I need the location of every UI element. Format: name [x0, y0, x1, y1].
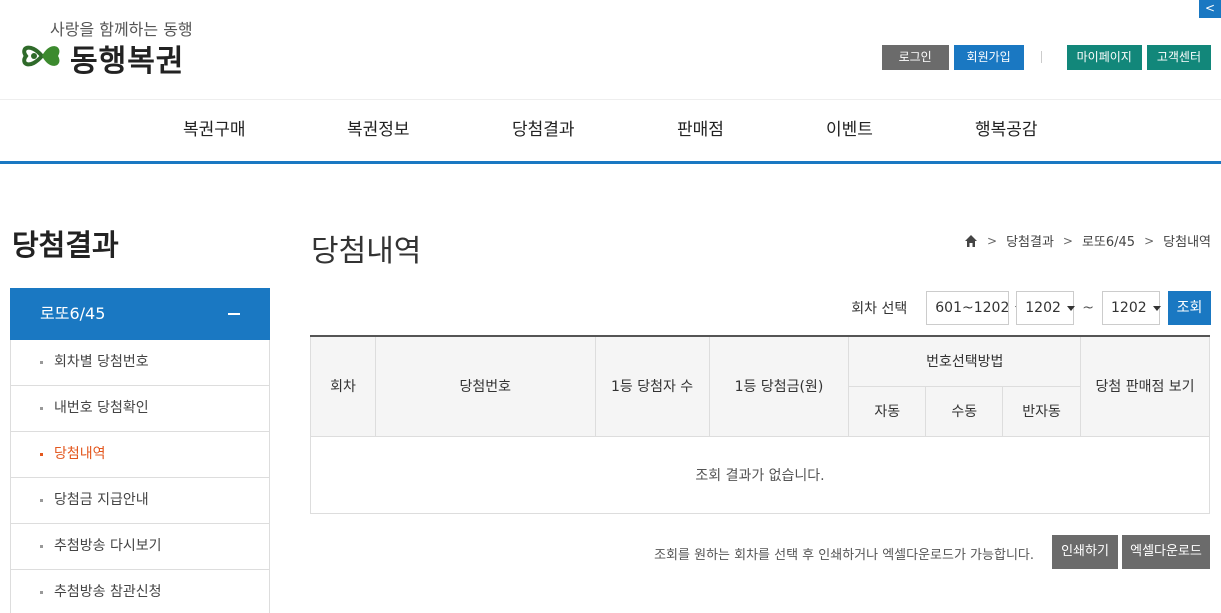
bullet-icon — [40, 453, 43, 456]
collapse-icon — [228, 313, 240, 315]
header-numbers: 당첨번호 — [374, 335, 596, 437]
side-panel-toggle[interactable]: < — [1199, 0, 1221, 18]
sidebar-section-label: 로또6/45 — [40, 304, 106, 323]
home-icon[interactable] — [964, 234, 978, 248]
sidebar-item-label: 추첨방송 참관신청 — [54, 584, 162, 600]
header-method: 번호선택방법 — [848, 335, 1082, 387]
page: 사랑을 함께하는 동행 동행복권 로그인 회원가입 마이페이지 고객센터 < 복… — [0, 0, 1221, 613]
print-button[interactable]: 인쇄하기 — [1052, 535, 1118, 569]
header-prize: 1등 당첨금(원) — [708, 335, 850, 437]
sidebar-section-lotto645[interactable]: 로또6/45 — [10, 288, 270, 340]
breadcrumb-item-current: 당첨내역 — [1163, 235, 1211, 250]
utility-menu: 로그인 회원가입 마이페이지 고객센터 — [877, 44, 1211, 70]
header-shops: 당첨 판매점 보기 — [1080, 335, 1210, 437]
round-filter: 회차 선택 601~1202 1202 ~ 1202 조회 — [851, 291, 1211, 325]
customer-center-button[interactable]: 고객센터 — [1146, 44, 1211, 70]
sidebar-item-label: 당첨내역 — [54, 446, 106, 462]
join-button[interactable]: 회원가입 — [953, 44, 1024, 70]
chevron-right-icon: > — [987, 233, 998, 248]
header-winners: 1등 당첨자 수 — [594, 335, 710, 437]
chevron-right-icon: > — [1062, 233, 1073, 248]
breadcrumb: > 당첨결과 > 로또6/45 > 당첨내역 — [964, 231, 1211, 250]
main-nav: 복권구매 복권정보 당첨결과 판매점 이벤트 행복공감 — [0, 100, 1221, 164]
range-separator: ~ — [1082, 300, 1094, 316]
header: 사랑을 함께하는 동행 동행복권 로그인 회원가입 마이페이지 고객센터 < — [0, 0, 1221, 100]
filter-label: 회차 선택 — [851, 301, 908, 317]
empty-result-message: 조회 결과가 없습니다. — [310, 435, 1210, 514]
sidebar: 로또6/45 회차별 당첨번호 내번호 당첨확인 당첨내역 당첨금 지급안내 추… — [10, 288, 270, 613]
round-range-select[interactable]: 601~1202 — [926, 291, 1024, 325]
site-logo[interactable]: 사랑을 함께하는 동행 동행복권 — [20, 14, 210, 84]
nav-item-community[interactable]: 행복공감 — [975, 100, 1038, 161]
nav-item-shops[interactable]: 판매점 — [677, 100, 724, 161]
breadcrumb-item[interactable]: 로또6/45 — [1082, 231, 1135, 250]
sidebar-item-label: 회차별 당첨번호 — [54, 354, 149, 370]
nav-item-results[interactable]: 당첨결과 — [512, 100, 575, 161]
header-manual: 수동 — [925, 385, 1004, 437]
header-round: 회차 — [310, 335, 376, 437]
results-table: 회차 당첨번호 1등 당첨자 수 1등 당첨금(원) 번호선택방법 당첨 판매점… — [310, 335, 1210, 514]
logo-name: 동행복권 — [70, 44, 185, 79]
clover-icon — [22, 45, 60, 67]
caret-down-icon — [1152, 305, 1161, 311]
nav-item-events[interactable]: 이벤트 — [826, 100, 873, 161]
round-from-select[interactable]: 1202 — [1016, 291, 1075, 325]
sidebar-item-win-history[interactable]: 당첨내역 — [11, 432, 269, 478]
bullet-icon — [40, 591, 43, 594]
caret-down-icon — [1066, 305, 1075, 311]
select-value: 1202 — [1111, 300, 1147, 316]
breadcrumb-item[interactable]: 당첨결과 — [1006, 231, 1054, 250]
sidebar-item-draw-attendance[interactable]: 추첨방송 참관신청 — [11, 570, 269, 613]
mypage-button[interactable]: 마이페이지 — [1066, 44, 1142, 70]
excel-download-button[interactable]: 엑셀다운로드 — [1122, 535, 1210, 569]
sidebar-item-label: 당첨금 지급안내 — [54, 492, 149, 508]
sidebar-item-draw-replay[interactable]: 추첨방송 다시보기 — [11, 524, 269, 570]
sidebar-item-label: 내번호 당첨확인 — [54, 400, 149, 416]
divider — [1040, 51, 1042, 63]
bullet-icon — [40, 361, 43, 364]
bullet-icon — [40, 407, 43, 410]
search-button[interactable]: 조회 — [1168, 291, 1211, 325]
select-value: 601~1202 — [935, 300, 1010, 316]
header-auto: 자동 — [848, 385, 927, 437]
select-value: 1202 — [1025, 300, 1061, 316]
nav-item-lottery-info[interactable]: 복권정보 — [347, 100, 410, 161]
page-title: 당첨내역 — [311, 234, 422, 269]
sidebar-item-round-numbers[interactable]: 회차별 당첨번호 — [11, 340, 269, 386]
sidebar-item-prize-payment-guide[interactable]: 당첨금 지급안내 — [11, 478, 269, 524]
nav-item-lottery-purchase[interactable]: 복권구매 — [183, 100, 246, 161]
login-button[interactable]: 로그인 — [881, 44, 949, 70]
sidebar-submenu: 회차별 당첨번호 내번호 당첨확인 당첨내역 당첨금 지급안내 추첨방송 다시보… — [10, 340, 270, 613]
round-to-select[interactable]: 1202 — [1102, 291, 1161, 325]
bullet-icon — [40, 499, 43, 502]
download-note: 조회를 원하는 회차를 선택 후 인쇄하거나 엑셀다운로드가 가능합니다. — [654, 548, 1034, 563]
sidebar-item-my-number-check[interactable]: 내번호 당첨확인 — [11, 386, 269, 432]
sidebar-item-label: 추첨방송 다시보기 — [54, 538, 162, 554]
bullet-icon — [40, 545, 43, 548]
section-title: 당첨결과 — [12, 228, 119, 262]
header-semi-auto: 반자동 — [1002, 385, 1082, 437]
chevron-right-icon: > — [1144, 233, 1155, 248]
